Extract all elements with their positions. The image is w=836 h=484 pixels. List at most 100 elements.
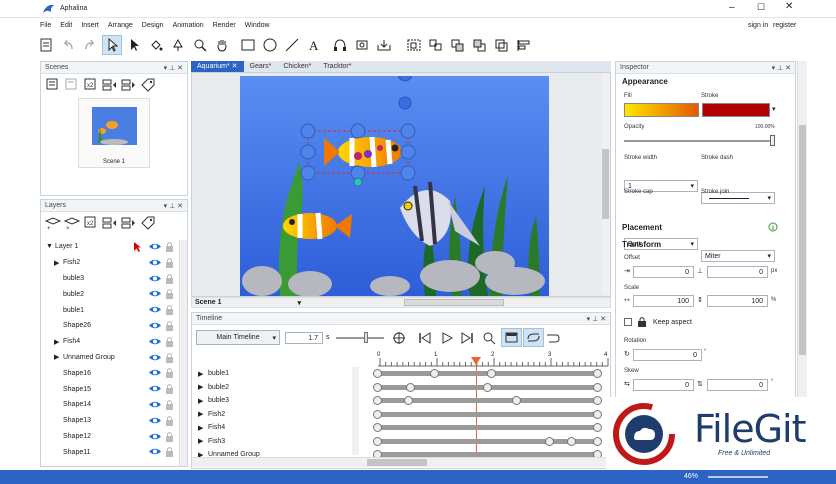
keyframe[interactable]: [403, 396, 413, 405]
eye-icon[interactable]: [149, 274, 161, 283]
lock-icon[interactable]: [165, 304, 174, 316]
add-keyframe-icon[interactable]: [390, 330, 408, 346]
offset-x-input[interactable]: 0: [633, 266, 694, 278]
keyframe[interactable]: [430, 369, 440, 378]
image-insert-icon[interactable]: [352, 35, 372, 55]
keyframe[interactable]: [373, 409, 382, 419]
lock-icon[interactable]: [165, 352, 174, 363]
lock-icon[interactable]: [165, 241, 174, 252]
timeline-track[interactable]: [373, 382, 602, 392]
stroke-dropdown-icon[interactable]: ▾: [772, 105, 776, 113]
menu-insert[interactable]: Insert: [81, 22, 99, 29]
eye-icon[interactable]: [149, 258, 161, 267]
menu-arrange[interactable]: Arrange: [108, 22, 133, 29]
layer-row[interactable]: buble1: [41, 302, 179, 318]
time-slider[interactable]: [336, 332, 384, 343]
lock-icon[interactable]: [165, 336, 174, 347]
layer-row[interactable]: ▶ Fish2: [41, 255, 179, 271]
aquarium-canvas[interactable]: [240, 76, 549, 296]
close-icon[interactable]: ✕: [785, 1, 793, 12]
group-icon[interactable]: [404, 35, 424, 55]
loop-button[interactable]: [523, 328, 544, 347]
expand-arrow-icon[interactable]: ▶: [54, 338, 63, 346]
keyframe[interactable]: [406, 382, 415, 392]
remove-scene-icon[interactable]: [64, 77, 80, 93]
panel-pin-icon[interactable]: ▾ ⊥ ✕: [772, 64, 791, 72]
panel-pin-icon[interactable]: ▾ ⊥ ✕: [164, 202, 183, 210]
register-link[interactable]: register: [773, 22, 796, 29]
info-icon[interactable]: [768, 222, 778, 232]
rewind-icon[interactable]: [418, 331, 432, 345]
keyframe[interactable]: [544, 436, 554, 446]
ungroup-icon[interactable]: [426, 35, 446, 55]
maximize-icon[interactable]: ☐: [757, 2, 765, 13]
timeline-h-scrollbar[interactable]: [192, 457, 612, 467]
return-icon[interactable]: [545, 331, 561, 345]
layer-down-icon[interactable]: [121, 215, 137, 231]
keyframe[interactable]: [593, 423, 602, 432]
duplicate-layer-icon[interactable]: x2: [83, 215, 99, 231]
record-button[interactable]: [501, 328, 522, 347]
keyframe[interactable]: [566, 436, 576, 446]
eye-icon[interactable]: [149, 242, 161, 251]
tab-gears[interactable]: Gears*: [244, 61, 278, 72]
gradient-tool-icon[interactable]: [168, 35, 188, 55]
scene-thumbnail[interactable]: Scene 1: [78, 98, 150, 168]
menu-edit[interactable]: Edit: [60, 22, 72, 29]
eye-icon[interactable]: [149, 289, 161, 298]
layer-up-icon[interactable]: [102, 215, 118, 231]
layer-row[interactable]: ▼ Layer 1: [41, 239, 179, 255]
keyframe[interactable]: [511, 396, 521, 405]
eye-icon[interactable]: [149, 305, 161, 314]
layer-row[interactable]: Shape26: [41, 318, 179, 334]
panel-pin-icon[interactable]: ▾ ⊥ ✕: [587, 315, 606, 323]
add-scene-icon[interactable]: [45, 77, 61, 93]
audio-icon[interactable]: [330, 35, 350, 55]
menu-file[interactable]: File: [40, 22, 51, 29]
text-tool-icon[interactable]: A: [304, 35, 324, 55]
keyframe[interactable]: [593, 369, 602, 378]
sign-in-link[interactable]: sign in: [748, 22, 768, 29]
scale-x-input[interactable]: 100: [633, 295, 694, 307]
timeline-track[interactable]: [373, 436, 602, 446]
canvas-v-scrollbar[interactable]: [601, 73, 610, 295]
layer-row[interactable]: buble3: [41, 271, 179, 287]
eye-icon[interactable]: [149, 321, 161, 330]
opacity-slider[interactable]: [624, 135, 775, 146]
play-icon[interactable]: [440, 331, 454, 345]
tab-tracktor[interactable]: Tracktor*: [317, 61, 357, 72]
bring-forward-icon[interactable]: [448, 35, 468, 55]
import-icon[interactable]: [374, 35, 394, 55]
time-input[interactable]: 1.7: [285, 332, 323, 344]
menu-render[interactable]: Render: [213, 22, 236, 29]
fill-bucket-icon[interactable]: [146, 35, 166, 55]
menu-window[interactable]: Window: [245, 22, 270, 29]
layer-tag-icon[interactable]: [140, 215, 156, 231]
move-down-icon[interactable]: [121, 77, 137, 93]
keyframe[interactable]: [487, 369, 497, 378]
main-timeline-select[interactable]: Main Timeline ▾: [196, 330, 280, 345]
tab-close-icon[interactable]: ✕: [232, 63, 238, 70]
eye-icon[interactable]: [149, 337, 161, 346]
add-layer-icon[interactable]: +: [45, 215, 61, 231]
layer-row[interactable]: ▶ Fish4: [41, 334, 179, 350]
rotation-input[interactable]: 0: [633, 349, 702, 361]
expand-arrow-icon[interactable]: ▶: [54, 353, 63, 361]
lock-icon[interactable]: [165, 257, 174, 268]
keyframe[interactable]: [593, 396, 602, 405]
tag-icon[interactable]: [140, 77, 156, 93]
canvas-h-scrollbar[interactable]: [404, 299, 504, 306]
minimize-icon[interactable]: –: [729, 2, 735, 13]
stroke-join-select[interactable]: Miter: [701, 250, 775, 262]
tab-chicken[interactable]: Chicken*: [277, 61, 317, 72]
timeline-track[interactable]: [373, 369, 602, 378]
keyframe[interactable]: [373, 382, 382, 392]
skew-x-input[interactable]: 0: [633, 379, 694, 391]
undo-icon[interactable]: [58, 35, 78, 55]
eye-icon[interactable]: [149, 353, 161, 362]
skew-y-input[interactable]: 0: [707, 379, 768, 391]
redo-icon[interactable]: [80, 35, 100, 55]
node-tool-icon[interactable]: [124, 35, 144, 55]
keyframe[interactable]: [373, 396, 382, 405]
send-backward-icon[interactable]: [470, 35, 490, 55]
